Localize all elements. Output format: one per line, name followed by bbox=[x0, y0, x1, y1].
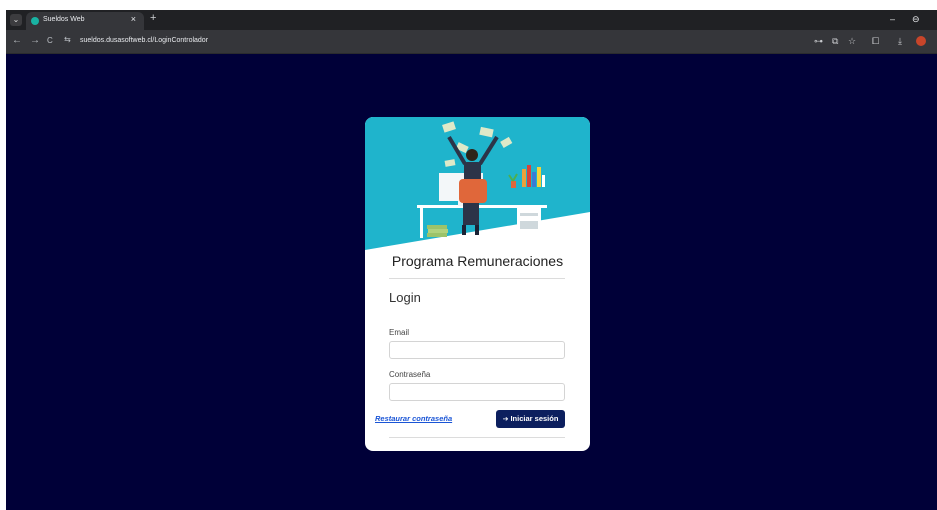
restore-icon[interactable]: ⊖ bbox=[912, 14, 920, 25]
email-label: Email bbox=[389, 328, 410, 337]
address-bar[interactable]: ⇆ sueldos.dusasoftweb.cl/LoginControlado… bbox=[64, 34, 824, 50]
login-button[interactable]: ➔ Iniciar sesión bbox=[496, 410, 565, 428]
site-info-icon[interactable]: ⇆ bbox=[64, 35, 71, 44]
star-icon[interactable]: ☆ bbox=[848, 36, 856, 47]
tab-title: Sueldos Web bbox=[43, 16, 85, 23]
tab-strip: ⌄ Sueldos Web × + – ⊖ bbox=[6, 10, 937, 30]
password-field[interactable] bbox=[389, 383, 565, 401]
tab-sueldos-web[interactable]: Sueldos Web × bbox=[26, 12, 144, 30]
share-icon[interactable]: ⧉ bbox=[832, 36, 838, 47]
divider bbox=[389, 278, 565, 279]
login-card: Programa Remuneraciones Login Email Cont… bbox=[365, 117, 590, 451]
download-icon[interactable]: ⤓ bbox=[898, 36, 902, 47]
tab-close-icon[interactable]: × bbox=[131, 14, 136, 24]
site-favicon-icon bbox=[31, 17, 39, 25]
key-icon[interactable]: ⊶ bbox=[814, 36, 823, 47]
back-icon[interactable]: ← bbox=[12, 35, 22, 46]
url-text: sueldos.dusasoftweb.cl/LoginControlador bbox=[80, 37, 209, 44]
reload-icon[interactable]: C bbox=[47, 36, 53, 45]
login-heading: Login bbox=[389, 290, 421, 305]
forward-icon[interactable]: → bbox=[30, 35, 40, 46]
browser-window: ⌄ Sueldos Web × + – ⊖ ← → C ⇆ sueldos.du… bbox=[6, 10, 937, 510]
divider-bottom bbox=[389, 437, 565, 438]
login-button-label: Iniciar sesión bbox=[510, 414, 559, 423]
tab-search-button[interactable]: ⌄ bbox=[10, 14, 22, 26]
browser-toolbar: ← → C ⇆ sueldos.dusasoftweb.cl/LoginCont… bbox=[6, 30, 937, 54]
hero-illustration bbox=[365, 117, 590, 250]
app-title: Programa Remuneraciones bbox=[391, 253, 564, 269]
extensions-icon[interactable]: ⧠ bbox=[872, 36, 879, 47]
new-tab-button[interactable]: + bbox=[150, 12, 156, 24]
password-label: Contraseña bbox=[389, 370, 431, 379]
email-field[interactable] bbox=[389, 341, 565, 359]
minimize-icon[interactable]: – bbox=[890, 14, 895, 24]
sign-in-icon: ➔ bbox=[502, 416, 509, 423]
restore-password-link[interactable]: Restaurar contraseña bbox=[375, 414, 452, 423]
profile-avatar[interactable] bbox=[916, 36, 926, 46]
